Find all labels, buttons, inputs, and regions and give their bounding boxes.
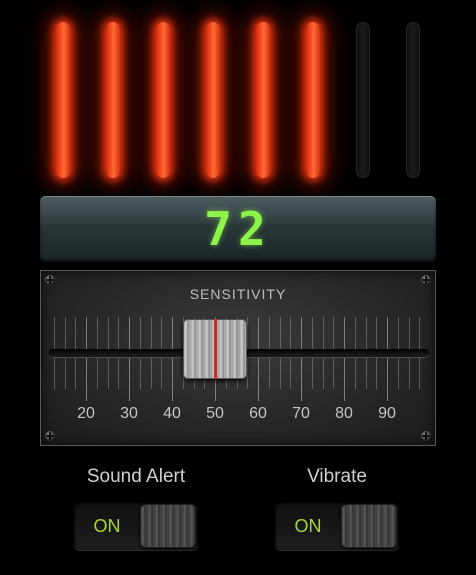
meter-bar-lit [156,22,170,178]
toggle-knob[interactable] [341,504,397,548]
slider-tick [86,317,87,401]
sensitivity-slider-thumb[interactable] [183,319,247,379]
meter-bar-lit [106,22,120,178]
slider-tick [129,317,130,401]
meter-bar-lit [306,22,320,178]
slider-tick [258,317,259,401]
scale-label: 20 [77,405,95,422]
scale-label: 50 [206,405,224,422]
slider-tick [301,317,302,401]
scale-label: 70 [292,405,310,422]
scale-label: 90 [378,405,396,422]
sound-alert-group: Sound Alert ON [56,464,216,550]
sensitivity-panel: SENSITIVITY 20 30 40 50 60 70 80 90 [40,270,436,446]
vibrate-toggle[interactable]: ON [275,502,399,550]
sound-alert-state: ON [93,516,121,536]
slider-tick [344,317,345,401]
digital-readout: 72 [40,196,436,262]
sound-alert-toggle[interactable]: ON [74,502,198,550]
level-meter [0,0,476,190]
slider-tick [387,317,388,401]
scale-label: 80 [335,405,353,422]
vibrate-group: Vibrate ON [257,464,417,550]
sound-alert-label: Sound Alert [86,466,186,487]
scale-label: 30 [120,405,138,422]
meter-bar-unlit [356,22,370,178]
slider-indicator [214,319,217,379]
meter-bar-unlit [406,22,420,178]
slider-tick [172,317,173,401]
scale-label: 40 [163,405,181,422]
scale-label: 60 [249,405,267,422]
meter-bar-lit [206,22,220,178]
toggle-knob[interactable] [140,504,196,548]
readout-value: 72 [204,202,272,256]
meter-bar-lit [256,22,270,178]
vibrate-state: ON [294,516,322,536]
vibrate-label: Vibrate [307,466,367,487]
meter-bar-lit [56,22,70,178]
